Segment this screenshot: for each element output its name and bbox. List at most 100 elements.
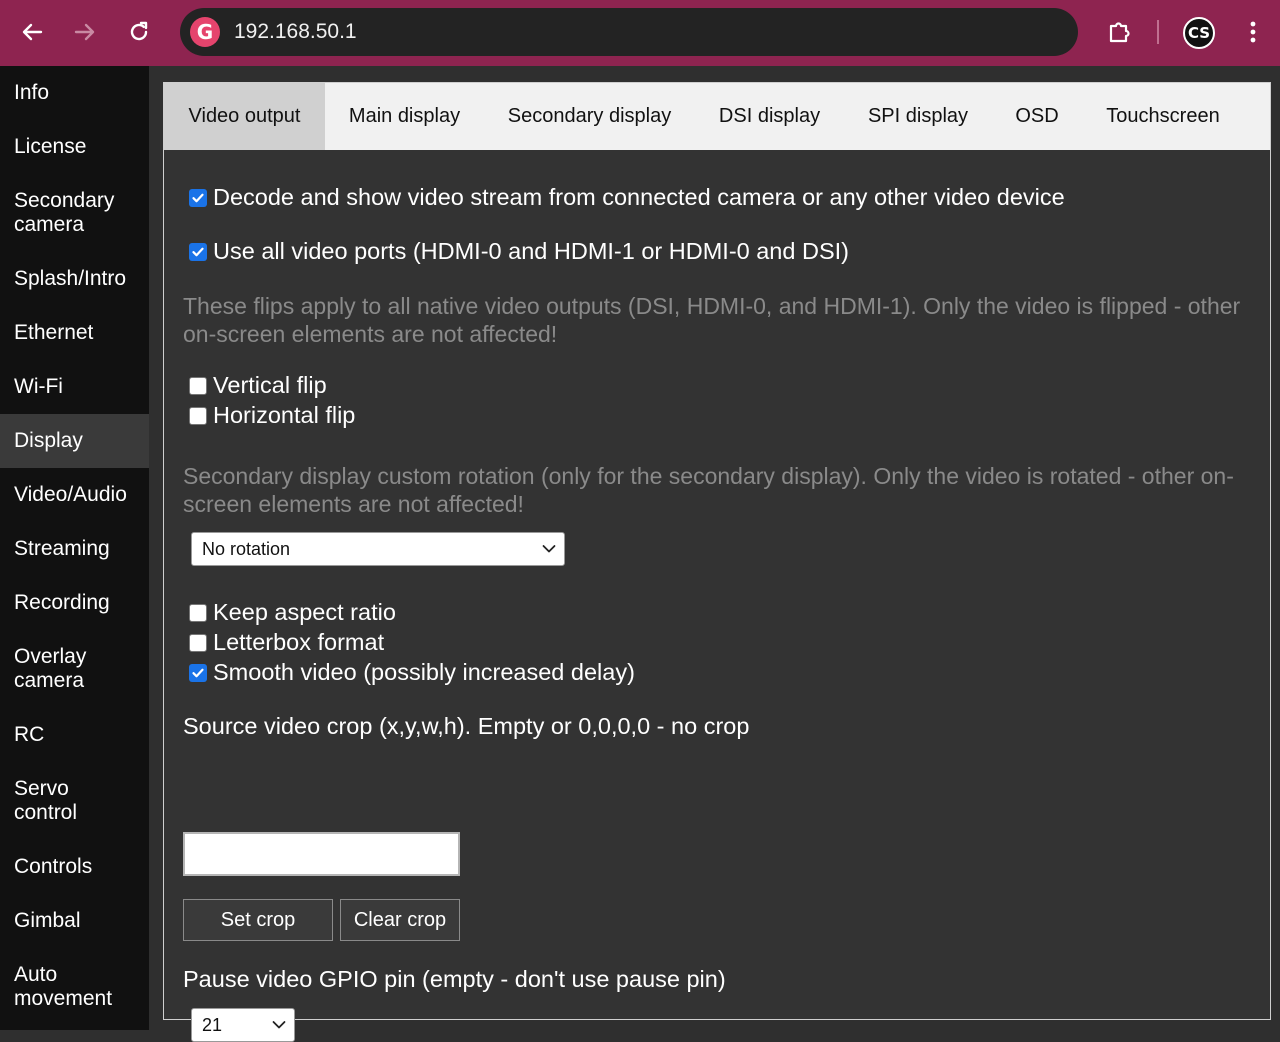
tab-label: Secondary display xyxy=(507,105,672,127)
sidebar-item-label: Servo control xyxy=(14,777,78,824)
checkmark-icon xyxy=(192,193,204,202)
keep-aspect-option[interactable]: Keep aspect ratio xyxy=(189,599,396,626)
rotation-select[interactable]: No rotation xyxy=(191,532,565,566)
sidebar-item-label: Auto movement xyxy=(14,963,113,1010)
tab-osd[interactable]: OSD xyxy=(992,83,1082,150)
tab-video-output[interactable]: Video output xyxy=(164,83,325,150)
sidebar-item-label: License xyxy=(14,135,87,158)
back-button[interactable] xyxy=(14,14,50,50)
tab-dsi-display[interactable]: DSI display xyxy=(695,83,844,150)
tab-label: SPI display xyxy=(867,105,969,127)
menu-button[interactable] xyxy=(1235,14,1271,50)
letterbox-option[interactable]: Letterbox format xyxy=(189,629,384,656)
sidebar-item-overlay-camera[interactable]: Overlay camera xyxy=(0,630,149,708)
kebab-menu-icon xyxy=(1250,21,1256,43)
horizontal-flip-label: Horizontal flip xyxy=(213,402,356,428)
smooth-video-option[interactable]: Smooth video (possibly increased delay) xyxy=(189,659,635,686)
tab-secondary-display[interactable]: Secondary display xyxy=(484,83,695,150)
rotation-note: Secondary display custom rotation (only … xyxy=(183,463,1234,517)
video-output-content: Decode and show video stream from connec… xyxy=(164,150,1270,1042)
decode-stream-label: Decode and show video stream from connec… xyxy=(213,184,1065,210)
display-settings-panel: Video output Main display Secondary disp… xyxy=(163,82,1271,1042)
profile-avatar[interactable]: CS xyxy=(1183,17,1215,49)
tab-label: Touchscreen xyxy=(1106,105,1220,127)
chevron-down-icon xyxy=(542,545,556,553)
pause-gpio-label: Pause video GPIO pin (empty - don't use … xyxy=(183,966,726,992)
sidebar-item-label: Info xyxy=(14,81,50,104)
sidebar-item-servo-control[interactable]: Servo control xyxy=(0,762,149,840)
horizontal-flip-checkbox[interactable] xyxy=(189,406,207,425)
checkmark-icon xyxy=(192,247,204,256)
letterbox-label: Letterbox format xyxy=(213,629,385,655)
sidebar-item-label: Splash/Intro xyxy=(14,267,127,290)
smooth-video-checkbox[interactable] xyxy=(189,663,207,682)
pause-gpio-select[interactable]: 21 xyxy=(191,1008,295,1042)
crop-label: Source video crop (x,y,w,h). Empty or 0,… xyxy=(183,713,750,739)
sidebar-item-label: Video/Audio xyxy=(14,483,127,506)
keep-aspect-label: Keep aspect ratio xyxy=(213,599,396,625)
sidebar-item-streaming[interactable]: Streaming xyxy=(0,522,149,576)
address-bar[interactable]: G 192.168.50.1 xyxy=(180,8,1078,56)
sidebar-item-auto-movement[interactable]: Auto movement xyxy=(0,948,149,1026)
sidebar-item-label: Gimbal xyxy=(14,909,81,932)
tab-label: Main display xyxy=(348,105,461,127)
sidebar-item-recording[interactable]: Recording xyxy=(0,576,149,630)
tab-label: OSD xyxy=(1015,105,1059,127)
letterbox-checkbox[interactable] xyxy=(189,633,207,652)
vertical-flip-checkbox[interactable] xyxy=(189,376,207,395)
forward-button[interactable] xyxy=(67,14,103,50)
arrow-right-icon xyxy=(74,23,95,41)
tab-label: DSI display xyxy=(718,105,821,127)
tab-label: Video output xyxy=(188,105,301,127)
crop-input[interactable] xyxy=(183,832,460,876)
sidebar-item-label: Secondary camera xyxy=(14,189,115,236)
tab-main-display[interactable]: Main display xyxy=(325,83,484,150)
tab-touchscreen[interactable]: Touchscreen xyxy=(1082,83,1244,150)
all-ports-checkbox[interactable] xyxy=(189,242,207,261)
tab-bar: Video output Main display Secondary disp… xyxy=(164,83,1270,150)
chevron-down-icon xyxy=(272,1021,286,1029)
keep-aspect-checkbox[interactable] xyxy=(189,603,207,622)
set-crop-button[interactable]: Set crop xyxy=(183,899,333,941)
sidebar-item-label: Controls xyxy=(14,855,93,878)
sidebar-item-label: RC xyxy=(14,723,45,746)
sidebar-item-label: Recording xyxy=(14,591,110,614)
pause-gpio-select-value: 21 xyxy=(202,1014,223,1035)
flip-note: These flips apply to all native video ou… xyxy=(183,293,1241,347)
tab-spi-display[interactable]: SPI display xyxy=(844,83,992,150)
reload-button[interactable] xyxy=(121,14,157,50)
sidebar-item-controls[interactable]: Controls xyxy=(0,840,149,894)
sidebar-item-video-audio[interactable]: Video/Audio xyxy=(0,468,149,522)
sidebar-item-splash-intro[interactable]: Splash/Intro xyxy=(0,252,149,306)
arrow-left-icon xyxy=(22,23,43,41)
reload-icon xyxy=(130,21,148,41)
checkmark-icon xyxy=(192,668,204,677)
sidebar-item-ethernet[interactable]: Ethernet xyxy=(0,306,149,360)
site-logo-icon: G xyxy=(190,17,220,47)
sidebar-item-label: Streaming xyxy=(14,537,110,560)
toolbar-divider xyxy=(1157,20,1159,44)
all-ports-option[interactable]: Use all video ports (HDMI-0 and HDMI-1 o… xyxy=(189,238,849,265)
sidebar-item-secondary-camera[interactable]: Secondary camera xyxy=(0,174,149,252)
puzzle-icon xyxy=(1109,22,1130,43)
url-text: 192.168.50.1 xyxy=(234,20,357,43)
set-crop-label: Set crop xyxy=(220,908,296,931)
sidebar-item-rc[interactable]: RC xyxy=(0,708,149,762)
sidebar-item-label: Ethernet xyxy=(14,321,94,344)
horizontal-flip-option[interactable]: Horizontal flip xyxy=(189,402,355,429)
sidebar-item-info[interactable]: Info xyxy=(0,66,149,120)
vertical-flip-option[interactable]: Vertical flip xyxy=(189,372,327,399)
clear-crop-button[interactable]: Clear crop xyxy=(340,899,460,941)
extensions-button[interactable] xyxy=(1101,14,1137,50)
browser-toolbar: G 192.168.50.1 CS xyxy=(0,0,1280,66)
sidebar-item-label: Display xyxy=(14,429,83,452)
sidebar-item-display[interactable]: Display xyxy=(0,414,149,468)
decode-stream-option[interactable]: Decode and show video stream from connec… xyxy=(189,184,1065,211)
clear-crop-label: Clear crop xyxy=(353,908,447,931)
sidebar-item-gimbal[interactable]: Gimbal xyxy=(0,894,149,948)
sidebar-item-license[interactable]: License xyxy=(0,120,149,174)
all-ports-label: Use all video ports (HDMI-0 and HDMI-1 o… xyxy=(213,238,849,264)
sidebar-item-wifi[interactable]: Wi-Fi xyxy=(0,360,149,414)
sidebar: Info License Secondary camera Splash/Int… xyxy=(0,66,149,1030)
decode-stream-checkbox[interactable] xyxy=(189,188,207,207)
